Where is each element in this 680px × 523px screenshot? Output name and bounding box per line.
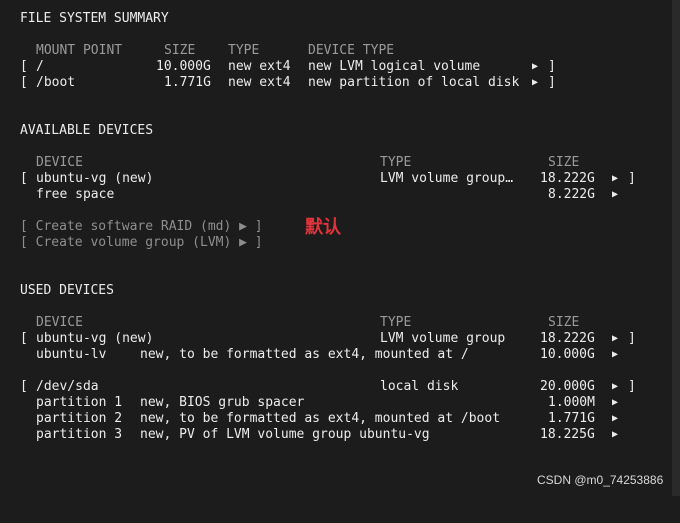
play-arrow-icon[interactable]: ▶ (532, 59, 538, 75)
play-arrow-icon[interactable]: ▶ (612, 331, 618, 347)
scrollbar[interactable] (672, 0, 680, 496)
fs-summary-row[interactable]: [ / 10.000G new ext4 new LVM logical vol… (0, 59, 560, 75)
create-volume-group-button[interactable]: [ Create volume group (LVM) ▶ ] (0, 235, 263, 251)
available-devices-header: DEVICE TYPE SIZE (36, 155, 580, 170)
create-raid-button[interactable]: [ Create software RAID (md) ▶ ] (0, 219, 263, 235)
used-device-row[interactable]: [ /dev/sda local disk 20.000G ▶ ] (0, 379, 640, 395)
available-device-row[interactable]: [ ubuntu-vg (new) LVM volume group… 18.2… (0, 171, 640, 187)
used-device-child-row[interactable]: partition 3 new, PV of LVM volume group … (0, 427, 640, 443)
play-arrow-icon[interactable]: ▶ (612, 411, 618, 427)
play-arrow-icon[interactable]: ▶ (612, 427, 618, 443)
available-devices-title: AVAILABLE DEVICES (20, 123, 154, 138)
free-space-row[interactable]: free space 8.222G ▶ (0, 187, 640, 203)
play-arrow-icon[interactable]: ▶ (612, 395, 618, 411)
play-arrow-icon[interactable]: ▶ (612, 347, 618, 363)
play-arrow-icon[interactable]: ▶ (612, 187, 618, 203)
fs-summary-row[interactable]: [ /boot 1.771G new ext4 new partition of… (0, 75, 560, 91)
used-device-child-row[interactable]: ubuntu-lv new, to be formatted as ext4, … (0, 347, 640, 363)
used-devices-title: USED DEVICES (20, 283, 114, 298)
default-annotation: 默认 (305, 217, 341, 238)
play-arrow-icon[interactable]: ▶ (612, 379, 618, 395)
used-devices-header: DEVICE TYPE SIZE (36, 315, 580, 330)
fs-summary-title: FILE SYSTEM SUMMARY (20, 11, 169, 26)
used-device-child-row[interactable]: partition 1 new, BIOS grub spacer 1.000M… (0, 395, 640, 411)
play-arrow-icon[interactable]: ▶ (612, 171, 618, 187)
play-arrow-icon[interactable]: ▶ (532, 75, 538, 91)
used-device-child-row[interactable]: partition 2 new, to be formatted as ext4… (0, 411, 640, 427)
used-device-row[interactable]: [ ubuntu-vg (new) LVM volume group 18.22… (0, 331, 640, 347)
watermark: CSDN @m0_74253886 (537, 473, 664, 487)
installer-screen: FILE SYSTEM SUMMARY MOUNT POINT SIZE TYP… (0, 0, 672, 496)
fs-summary-header: MOUNT POINT SIZE TYPE DEVICE TYPE (36, 43, 395, 58)
